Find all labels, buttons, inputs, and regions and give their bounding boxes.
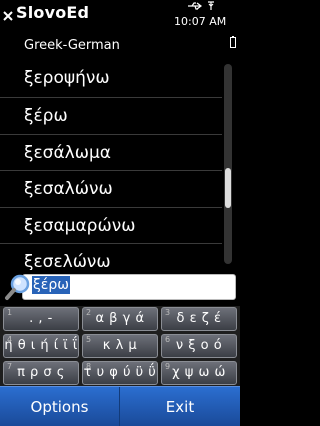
key-6[interactable]: 6 ν ξ ο ό xyxy=(161,334,237,358)
word-list-item[interactable]: ξέρω xyxy=(0,98,222,135)
word-list-item[interactable]: ξεσελώνω xyxy=(0,244,222,270)
search-area: ξέρω xyxy=(0,270,240,306)
key-label: α β γ ά xyxy=(95,311,145,326)
clock: 10:07 AM xyxy=(174,15,227,28)
word-list-item[interactable]: ξεσαμαρώνω xyxy=(0,208,222,244)
word-list-item[interactable]: ξεροψήνω xyxy=(0,60,222,98)
key-5[interactable]: 5 κ λ μ xyxy=(82,334,158,358)
signal-icon xyxy=(208,1,214,10)
key-4[interactable]: 4 η θ ι ή ί ϊ ΐ xyxy=(3,334,79,358)
word-text: ξεσάλωμα xyxy=(24,142,111,163)
word-text: ξεσελώνω xyxy=(24,252,111,270)
key-label: δ ε ζ έ xyxy=(176,311,222,326)
key-8[interactable]: 8 τ υ φ ύ ϋ ΰ xyxy=(82,361,158,385)
key-label: ν ξ ο ό xyxy=(175,338,223,353)
exit-button[interactable]: Exit xyxy=(120,387,240,426)
scrollbar-thumb[interactable] xyxy=(225,168,231,208)
key-label: χ ψ ω ώ xyxy=(172,365,226,380)
key-1[interactable]: 1 . , - xyxy=(3,307,79,331)
word-text: ξεσαλώνω xyxy=(24,179,113,199)
battery-icon xyxy=(230,36,236,48)
key-label: κ λ μ xyxy=(102,338,138,353)
keypad: 1 . , - 2 α β γ ά 3 δ ε ζ έ 4 η θ ι ή ί … xyxy=(0,306,240,386)
status-bar: SlovoEd 10:07 AM xyxy=(0,0,240,48)
key-2[interactable]: 2 α β γ ά xyxy=(82,307,158,331)
word-list-item[interactable]: ξεσάλωμα xyxy=(0,135,222,171)
dictionary-name: Greek-German xyxy=(24,38,120,53)
key-label: η θ ι ή ί ϊ ΐ xyxy=(4,338,78,353)
word-text: ξεσαμαρώνω xyxy=(24,215,136,236)
scrollbar-track[interactable] xyxy=(224,64,232,264)
word-text: ξεροψήνω xyxy=(24,68,110,88)
search-icon[interactable] xyxy=(4,273,32,301)
key-label: τ υ φ ύ ϋ ΰ xyxy=(83,365,157,380)
usb-icon xyxy=(188,2,202,10)
key-9[interactable]: 9 χ ψ ω ώ xyxy=(161,361,237,385)
key-label: π ρ σ ς xyxy=(17,365,65,380)
key-3[interactable]: 3 δ ε ζ έ xyxy=(161,307,237,331)
options-button[interactable]: Options xyxy=(0,387,120,426)
key-label: . , - xyxy=(29,311,53,326)
word-list-item[interactable]: ξεσαλώνω xyxy=(0,171,222,208)
word-list[interactable]: ξεροψήνω ξέρω ξεσάλωμα ξεσαλώνω ξεσαμαρώ… xyxy=(0,60,222,270)
softkey-bar: Options Exit xyxy=(0,386,240,426)
search-input-value: ξέρω xyxy=(32,276,70,294)
app-title: SlovoEd xyxy=(16,3,90,22)
key-7[interactable]: 7 π ρ σ ς xyxy=(3,361,79,385)
word-text: ξέρω xyxy=(24,106,68,126)
close-icon[interactable] xyxy=(2,8,14,24)
